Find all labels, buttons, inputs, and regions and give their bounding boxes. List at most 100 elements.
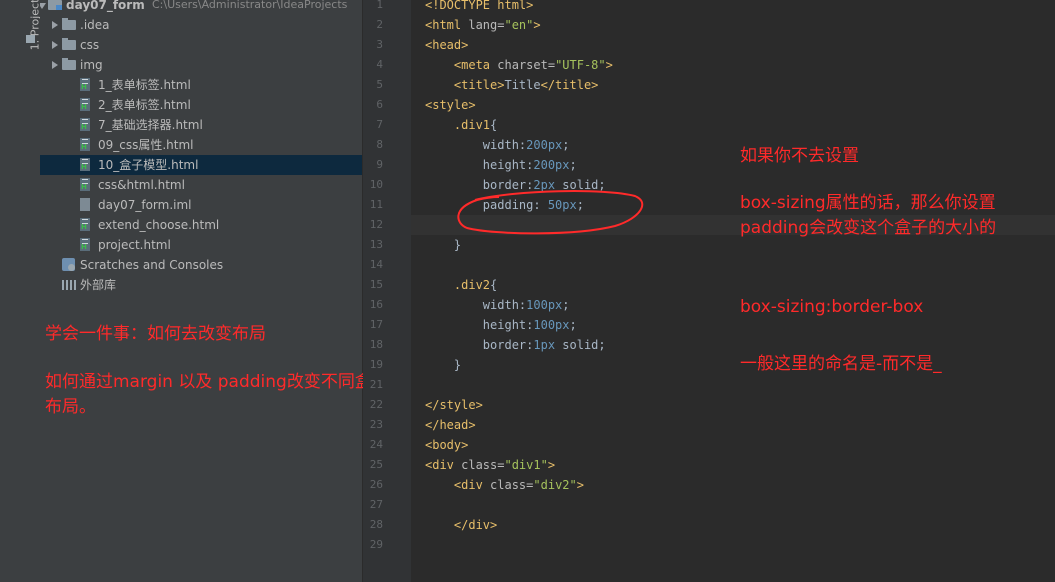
code-token: </head> (425, 418, 476, 432)
annotation-border-box: box-sizing:border-box (740, 297, 924, 317)
code-line: width:200px; (425, 135, 570, 155)
tree-item[interactable]: 1_表单标签.html (40, 75, 362, 95)
code-token: </div> (453, 518, 498, 532)
code-line: } (425, 355, 461, 375)
tree-item[interactable]: extend_choose.html (40, 215, 362, 235)
code-token: lang= (468, 18, 505, 32)
code-token: > (547, 458, 556, 472)
code-token: > (576, 478, 584, 492)
tree-item[interactable]: css&html.html (40, 175, 362, 195)
code-line: </head> (425, 415, 476, 435)
html-file-icon (80, 138, 90, 151)
tree-item[interactable]: day07_form C:\Users\Administrator\IdeaPro… (40, 0, 362, 15)
project-path: C:\Users\Administrator\IdeaProjects (152, 0, 348, 11)
code-token: .div2 (453, 278, 491, 292)
line-number: 5 (376, 78, 383, 91)
folder-icon (62, 58, 76, 70)
line-number: 15 (369, 278, 383, 291)
line-number: 26 (369, 478, 383, 491)
annotation-layout-note: 学会一件事：如何去改变布局 (45, 324, 266, 344)
tree-item[interactable]: 09_css属性.html (40, 135, 362, 155)
code-line: <div class="div1"> (425, 455, 555, 475)
line-number: 8 (376, 138, 383, 151)
code-line: <html lang="en"> (425, 15, 541, 35)
code-token: ; (562, 298, 570, 312)
tree-item-label: css (80, 38, 100, 52)
code-token: <html (425, 18, 469, 32)
code-line: border:1px solid; (425, 335, 606, 355)
code-token: { (490, 118, 498, 132)
code-editor[interactable]: <!DOCTYPE html> <html lang="en"> <head> <m… (411, 0, 1055, 582)
line-number: 6 (376, 98, 383, 111)
code-token: <div (425, 458, 462, 472)
tree-item-label: 1_表单标签.html (98, 78, 191, 92)
tree-item-label: 外部库 (80, 278, 117, 292)
tree-item[interactable]: 7_基础选择器.html (40, 115, 362, 135)
code-token: <body> (425, 438, 469, 452)
html-file-icon (80, 218, 90, 231)
editor-gutter: 1 2 3 4 5 6 7 8 9 10 11 12 13 14 15 16 17 18 19 21 22 23 24 25 2… (363, 0, 422, 582)
line-number: 10 (369, 178, 383, 191)
chevron-down-icon[interactable] (40, 3, 46, 9)
code-line: <head> (425, 35, 468, 55)
line-number: 27 (369, 498, 383, 511)
tree-item[interactable]: project.html (40, 235, 362, 255)
line-number: 17 (369, 318, 383, 331)
html-file-icon (80, 118, 90, 131)
tree-item[interactable]: 2_表单标签.html (40, 95, 362, 115)
tree-item[interactable]: .idea (40, 15, 362, 35)
code-token: "div2" (533, 478, 577, 492)
code-token: <head> (425, 38, 469, 52)
code-token: 100px (526, 298, 563, 312)
code-line: .div2{ (425, 275, 497, 295)
tree-item-label: 09_css属性.html (98, 138, 194, 152)
code-token: Title (504, 78, 541, 92)
annotation-if-not-set: 如果你不去设置 (740, 146, 859, 166)
tree-item-label: 7_基础选择器.html (98, 118, 203, 132)
code-token: charset= (497, 58, 556, 72)
project-tool-tab[interactable]: 1: Project (23, 0, 41, 50)
folder-icon (62, 18, 76, 30)
tree-item-label: day07_form.iml (98, 198, 192, 212)
code-line: <div class="div2"> (425, 475, 584, 495)
line-number: 29 (369, 538, 383, 551)
code-token: .div1 (453, 118, 491, 132)
tree-item[interactable]: css (40, 35, 362, 55)
code-token: <style> (425, 98, 476, 112)
tree-item[interactable]: 10_盒子模型.html (40, 155, 362, 175)
tree-item[interactable]: 外部库 (40, 275, 362, 295)
code-token: width: (425, 138, 527, 152)
code-line: <!DOCTYPE html> (425, 0, 533, 15)
code-token: ; (569, 158, 577, 172)
tree-item-label: .idea (80, 18, 110, 32)
tree-item[interactable]: Scratches and Consoles (40, 255, 362, 275)
line-number: 28 (369, 518, 383, 531)
code-token: height: (425, 318, 534, 332)
code-line: } (425, 235, 461, 255)
line-number: 13 (369, 238, 383, 251)
chevron-right-icon[interactable] (52, 21, 58, 29)
code-token: <!DOCTYPE html> (425, 0, 534, 12)
code-token: </style> (425, 398, 483, 412)
code-token: ; (562, 138, 570, 152)
tool-window-strip: 1: Project (0, 0, 41, 582)
tree-item-label: 2_表单标签.html (98, 98, 191, 112)
line-number: 18 (369, 338, 383, 351)
tree-item-label: img (80, 58, 103, 72)
html-file-icon (80, 178, 90, 191)
code-token: "div1" (504, 458, 548, 472)
project-panel: day07_form C:\Users\Administrator\IdeaPro… (40, 0, 440, 582)
tree-item[interactable]: day07_form.iml (40, 195, 362, 215)
tree-item[interactable]: img (40, 55, 362, 75)
tree-item-label: project.html (98, 238, 171, 252)
code-token: class= (490, 478, 534, 492)
html-file-icon (80, 158, 90, 171)
annotation-naming-note: 一般这里的命名是-而不是_ (740, 354, 942, 374)
html-file-icon (80, 78, 90, 91)
chevron-right-icon[interactable] (52, 41, 58, 49)
code-token: 200px (526, 138, 563, 152)
chevron-right-icon[interactable] (52, 61, 58, 69)
code-token: solid; (555, 338, 606, 352)
